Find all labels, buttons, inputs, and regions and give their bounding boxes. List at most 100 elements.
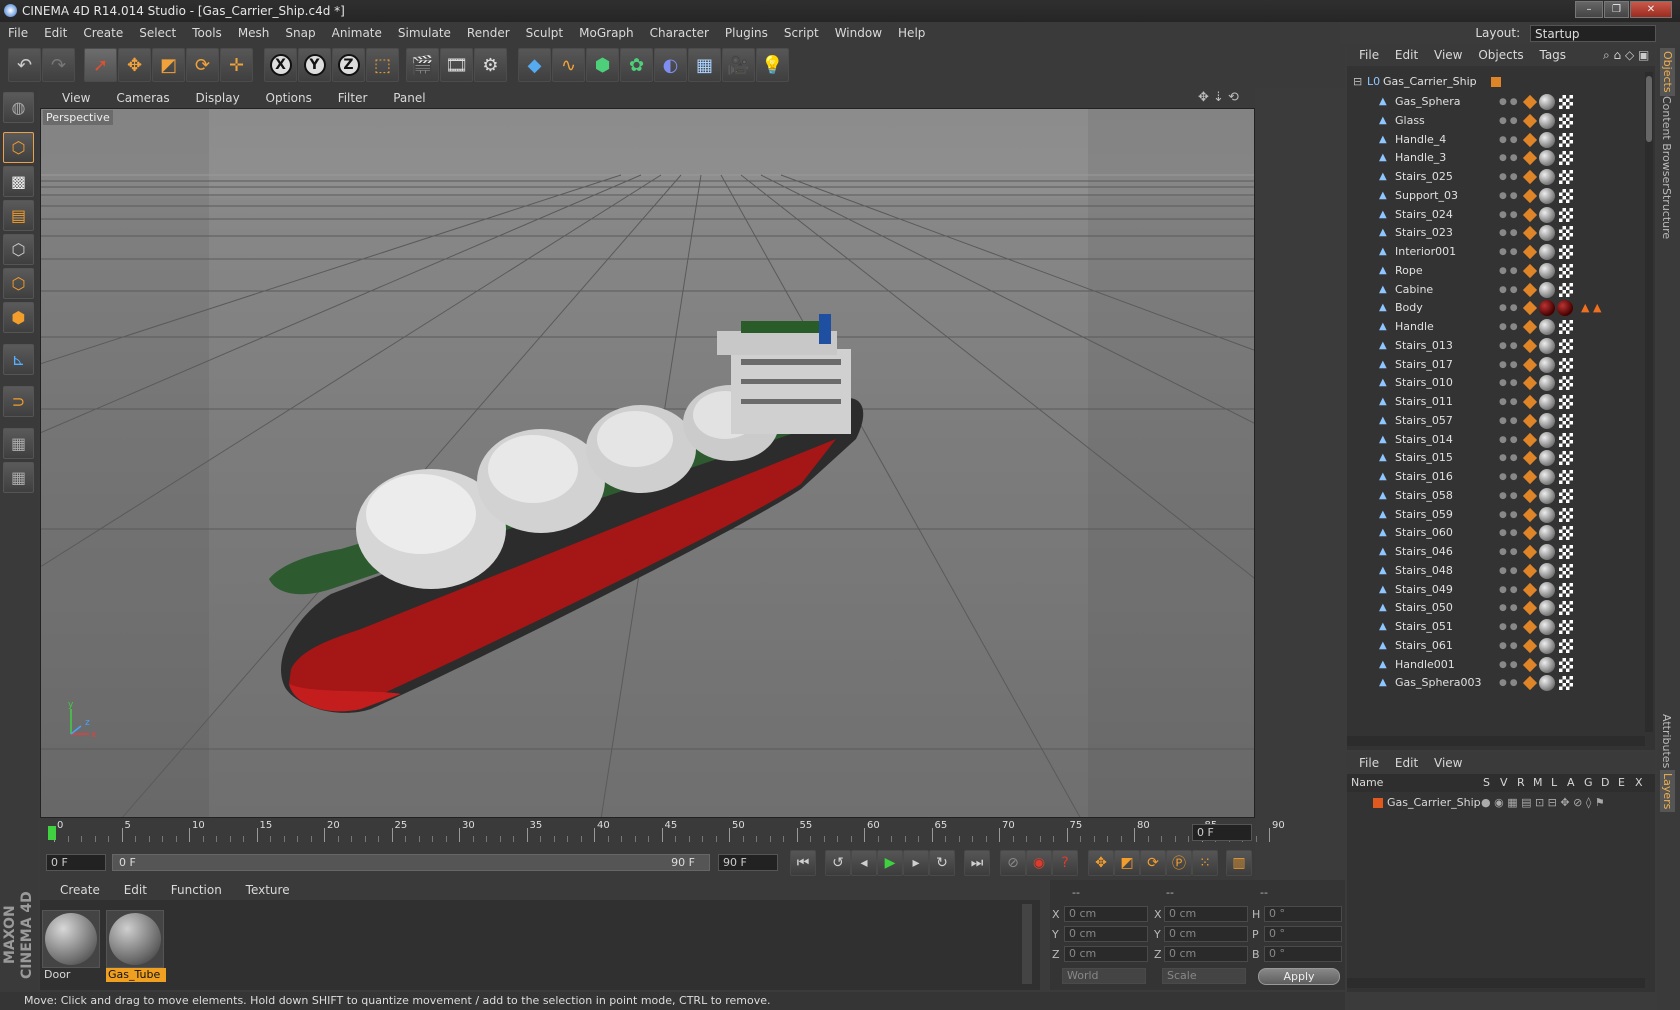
polygons-mode-button[interactable]: ⬢ [3,302,34,333]
material-tag-icon[interactable] [1557,300,1573,317]
visibility-dots[interactable]: ● ● [1499,505,1518,525]
material-tag-icon[interactable] [1539,375,1555,392]
material-tag-icon[interactable] [1539,412,1555,429]
play-button[interactable]: ▶ [877,850,903,876]
texture-tag-icon[interactable] [1559,376,1573,391]
camera-button[interactable]: 🎥 [722,48,755,82]
visibility-dots[interactable]: ● ● [1499,130,1518,150]
move-tool[interactable]: ✥ [118,48,151,82]
phong-tag-icon[interactable] [1522,338,1538,353]
layer-row[interactable]: Gas_Carrier_Ship ● ◉ ▦ ▤ ⊡ ⊟ ✥ ⊘ ◊ ⚑ [1347,794,1655,812]
texture-tag-icon[interactable] [1559,676,1573,691]
timeline-window-button[interactable]: ▥ [1226,850,1252,876]
layers-menu-view[interactable]: View [1434,756,1462,770]
deformer-button[interactable]: ◐ [654,48,687,82]
menu-sculpt[interactable]: Sculpt [526,26,563,40]
current-frame-field[interactable]: 0 F [1192,824,1252,841]
objects-menu-edit[interactable]: Edit [1395,48,1418,62]
object-row[interactable]: ▲ Handle ● ● [1347,317,1645,337]
object-row[interactable]: ▲ Stairs_057 ● ● [1347,411,1645,431]
visibility-dots[interactable]: ● ● [1499,336,1518,356]
close-button[interactable]: ✕ [1630,1,1672,18]
texture-tag-icon[interactable] [1559,263,1573,278]
texture-tag-icon[interactable] [1559,113,1573,128]
object-row[interactable]: ▲ Stairs_013 ● ● [1347,336,1645,356]
phong-tag-icon[interactable] [1522,676,1538,691]
phong-tag-icon[interactable] [1522,94,1538,110]
menu-file[interactable]: File [8,26,28,40]
menu-animate[interactable]: Animate [332,26,382,40]
object-row[interactable]: ▲ Stairs_050 ● ● [1347,598,1645,618]
phong-tag-icon[interactable] [1522,601,1538,616]
material-tag-icon[interactable] [1539,544,1555,560]
material-tag-icon[interactable] [1539,206,1555,223]
rotate-tool[interactable]: ⟳ [186,48,219,82]
timeline-ruler[interactable]: 051015202530354045505560657075808590 0 F [40,818,1285,846]
phong-tag-icon[interactable] [1522,582,1538,597]
material-menu-texture[interactable]: Texture [246,883,290,897]
position-x-field[interactable]: 0 cm [1064,906,1148,922]
render-view-button[interactable]: 🎬 [406,48,439,82]
material-tag-icon[interactable] [1539,637,1555,654]
texture-tag-icon[interactable] [1559,282,1573,297]
phong-tag-icon[interactable] [1522,357,1538,372]
frame-range-slider[interactable]: 0 F 90 F [112,854,710,871]
visibility-dots[interactable]: ● ● [1499,223,1518,243]
object-row[interactable]: ▲ Handle_3 ● ● [1347,148,1645,168]
object-row[interactable]: ▲ Stairs_010 ● ● [1347,373,1645,393]
phong-tag-icon[interactable] [1522,619,1538,635]
material-tag-icon[interactable] [1539,94,1555,110]
material-tag-icon[interactable] [1539,187,1555,204]
material-tag-icon[interactable] [1539,319,1555,335]
texture-tag-icon[interactable] [1559,545,1573,559]
z-axis-lock[interactable]: Z [332,48,365,82]
texture-tag-icon[interactable] [1559,245,1573,259]
object-row[interactable]: ▲ Rope ● ● [1347,261,1645,281]
material-tag-icon[interactable] [1539,450,1555,467]
search-icon[interactable]: ⌕ ⌂ ◇ ▣ [1603,44,1649,66]
y-axis-lock[interactable]: Y [298,48,331,82]
material-tag-icon[interactable] [1539,131,1555,148]
phong-tag-icon[interactable] [1522,413,1538,428]
material-tag-icon[interactable] [1539,581,1555,598]
tab-layers[interactable]: Layers [1660,770,1675,813]
key-point-level-button[interactable]: ⁙ [1192,850,1218,876]
visibility-dots[interactable]: ● ● [1499,148,1518,168]
coordinate-system-button[interactable]: ⬚ [366,48,399,82]
phong-tag-icon[interactable] [1522,451,1538,466]
texture-tag-icon[interactable] [1559,338,1573,353]
render-picture-viewer-button[interactable]: 🎞 [440,48,473,82]
make-editable-button[interactable]: ◍ [3,92,34,123]
texture-tag-icon[interactable] [1559,432,1573,447]
objects-menu-view[interactable]: View [1434,48,1462,62]
material-tag-icon[interactable] [1539,244,1555,260]
undo-button[interactable]: ↶ [8,48,41,82]
object-row[interactable]: ▲ Gas_Sphera ● ● [1347,92,1645,112]
rotation-h-field[interactable]: 0 ° [1264,906,1342,922]
texture-tag-icon[interactable] [1559,507,1573,522]
visibility-dots[interactable]: ● ● [1499,486,1518,506]
perspective-viewport[interactable]: y x z Perspective [40,108,1255,818]
warning-tag-icon[interactable]: ▲ ▲ [1581,298,1601,318]
visibility-dots[interactable]: ● ● [1499,467,1518,487]
material-door[interactable]: Door [42,910,102,988]
size-y-field[interactable]: 0 cm [1164,926,1248,942]
menu-render[interactable]: Render [467,26,510,40]
quantize-button[interactable]: ▦ [3,462,34,493]
key-scale-button[interactable]: ◩ [1114,850,1140,876]
tab-objects[interactable]: Objects [1660,48,1675,96]
previous-keyframe-button[interactable]: ↺ [825,850,851,876]
texture-tag-icon[interactable] [1559,582,1573,597]
object-row[interactable]: ▲ Interior001 ● ● [1347,242,1645,262]
texture-tag-icon[interactable] [1559,170,1573,184]
phong-tag-icon[interactable] [1522,507,1538,522]
position-y-field[interactable]: 0 cm [1064,926,1148,942]
coordinate-mode-dropdown[interactable]: World [1062,968,1146,984]
texture-tag-icon[interactable] [1559,357,1573,372]
phong-tag-icon[interactable] [1522,563,1538,578]
object-list-hscrollbar[interactable] [1347,736,1645,746]
visibility-dots[interactable]: ● ● [1499,261,1518,281]
object-root[interactable]: ⊟ L0 Gas_Carrier_Ship [1347,72,1645,92]
phong-tag-icon[interactable] [1522,657,1538,672]
light-button[interactable]: 💡 [756,48,789,82]
